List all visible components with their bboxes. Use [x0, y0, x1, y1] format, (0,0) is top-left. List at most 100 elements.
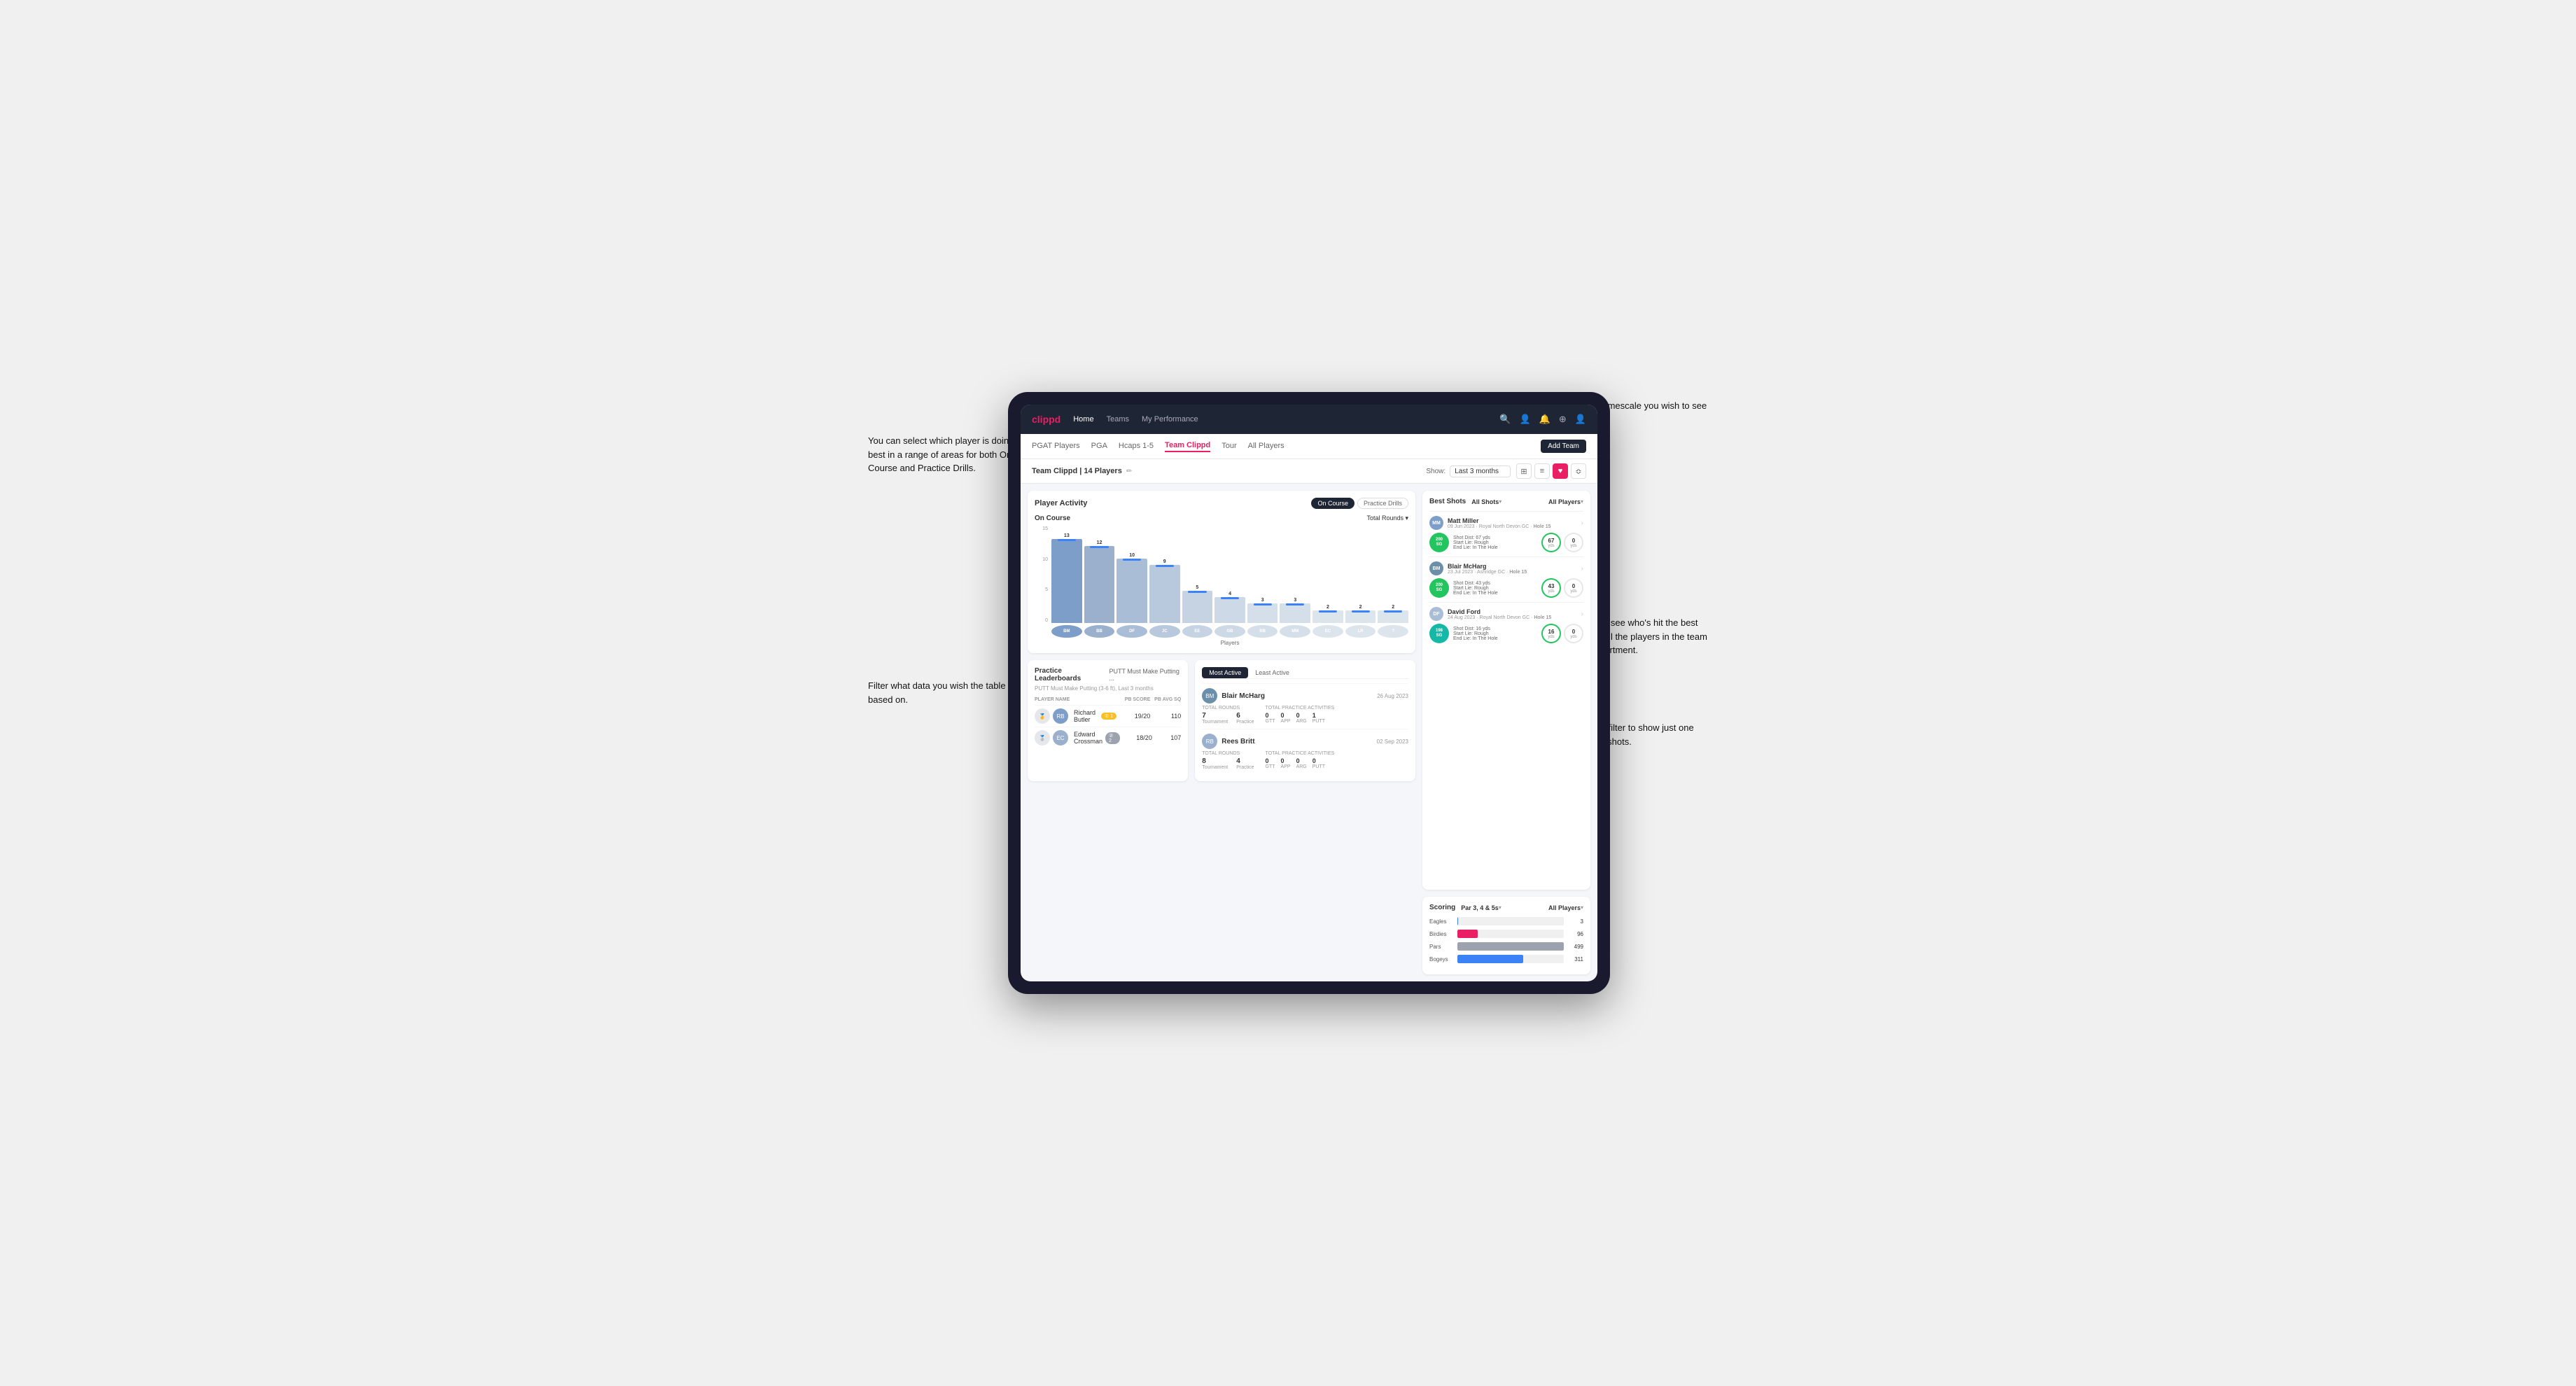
tab-hcaps[interactable]: Hcaps 1-5 — [1119, 442, 1154, 451]
y-label-15: 15 — [1042, 526, 1048, 531]
activity-avatar-2: RB — [1202, 734, 1217, 749]
app-2: 0 — [1281, 757, 1291, 764]
total-rounds-dropdown[interactable]: Total Rounds ▾ — [1366, 514, 1408, 522]
lb-col-score: PB SCORE — [1122, 697, 1150, 702]
scoring-par-caret: ▾ — [1499, 904, 1502, 911]
grid-view-icon[interactable]: ⊞ — [1516, 463, 1532, 479]
shot-badge-3: 198SG — [1429, 624, 1449, 643]
all-players-filter[interactable]: All Players — [1548, 498, 1581, 505]
bar-group-0: 13 — [1051, 526, 1082, 623]
tournament-label-1: Tournament — [1202, 720, 1228, 724]
total-practice-label-2: Total Practice Activities — [1266, 751, 1335, 756]
bar-avatar-9: LR — [1345, 625, 1376, 638]
bar-avatar-1: BB — [1084, 625, 1115, 638]
heart-view-icon[interactable]: ♥ — [1553, 463, 1568, 479]
shot-chevron-2[interactable]: › — [1581, 565, 1583, 573]
stat-circle-1b: 0 yds — [1564, 533, 1583, 552]
shot-chevron-3[interactable]: › — [1581, 610, 1583, 618]
bar-9 — [1345, 610, 1376, 623]
scoring-bar-birdies: Birdies 96 — [1429, 930, 1583, 938]
on-course-toggle[interactable]: On Course — [1311, 498, 1354, 509]
activity-avatar-1: BM — [1202, 688, 1217, 704]
activity-tabs: Most Active Least Active — [1202, 667, 1408, 679]
lb-avatar-2: EC — [1053, 730, 1068, 746]
shots-filter-caret: ▾ — [1499, 498, 1502, 505]
plus-circle-icon[interactable]: ⊕ — [1559, 414, 1567, 425]
profile-icon[interactable]: 👤 — [1575, 414, 1586, 425]
shot-end-lie-3: End Lie: In The Hole — [1453, 636, 1537, 641]
scoring-par-filter[interactable]: Par 3, 4 & 5s — [1461, 904, 1499, 911]
tab-pga[interactable]: PGA — [1091, 442, 1107, 451]
main-content: Player Activity On Course Practice Drill… — [1021, 484, 1597, 981]
bar-group-10: 2 — [1378, 526, 1408, 623]
bar-group-6: 3 — [1247, 526, 1278, 623]
practice-title: Practice Leaderboards — [1035, 667, 1105, 682]
shot-item-3: DF David Ford 24 Aug 2023 · Royal North … — [1429, 602, 1583, 648]
add-team-button[interactable]: Add Team — [1541, 440, 1586, 453]
bar-highlight-3 — [1156, 565, 1174, 567]
tablet-frame: clippd Home Teams My Performance 🔍 👤 🔔 ⊕… — [1008, 392, 1610, 994]
total-practice-label-1: Total Practice Activities — [1266, 706, 1335, 710]
bar-6 — [1247, 603, 1278, 623]
tab-pgat-players[interactable]: PGAT Players — [1032, 442, 1080, 451]
edit-icon[interactable]: ✏ — [1126, 468, 1132, 475]
tab-all-players[interactable]: All Players — [1248, 442, 1284, 451]
shot-chevron-1[interactable]: › — [1581, 519, 1583, 527]
bar-num-label-8: 2 — [1326, 605, 1329, 610]
pars-value: 499 — [1567, 944, 1583, 950]
bar-avatar-7: MM — [1280, 625, 1310, 638]
nav-bar: clippd Home Teams My Performance 🔍 👤 🔔 ⊕… — [1021, 405, 1597, 434]
bar-num-label-6: 3 — [1261, 598, 1264, 603]
practice-dropdown[interactable]: PUTT Must Make Putting ... — [1109, 668, 1181, 682]
bar-num-label-9: 2 — [1359, 605, 1362, 610]
tab-tour[interactable]: Tour — [1222, 442, 1236, 451]
tournament-rounds-1: 7 — [1202, 712, 1228, 720]
filter-view-icon[interactable]: ≎ — [1571, 463, 1586, 479]
bar-avatar-6: RB — [1247, 625, 1278, 638]
bell-icon[interactable]: 🔔 — [1539, 414, 1550, 425]
activity-name-1: Blair McHarg — [1222, 692, 1377, 700]
shot-player-sub-1: 09 Jun 2023 · Royal North Devon GC · Hol… — [1448, 524, 1581, 529]
y-label-0: 0 — [1045, 618, 1048, 623]
list-view-icon[interactable]: ≡ — [1534, 463, 1550, 479]
user-icon[interactable]: 👤 — [1520, 414, 1531, 425]
practice-leaderboards-card: Practice Leaderboards PUTT Must Make Put… — [1028, 660, 1188, 781]
shot-badge-1: 200SG — [1429, 533, 1449, 552]
y-label-10: 10 — [1042, 557, 1048, 562]
bar-highlight-5 — [1221, 597, 1239, 599]
all-shots-filter[interactable]: All Shots — [1471, 498, 1499, 505]
stat-circle-2a: 43 yds — [1541, 578, 1561, 598]
app-1: 0 — [1281, 712, 1291, 719]
practice-drills-toggle[interactable]: Practice Drills — [1357, 498, 1408, 509]
practice-label-2: Practice — [1236, 765, 1254, 770]
least-active-tab[interactable]: Least Active — [1248, 667, 1296, 678]
best-shots-title: Best Shots — [1429, 498, 1466, 505]
bar-3 — [1149, 565, 1180, 623]
stat-circle-3a: 16 yds — [1541, 624, 1561, 643]
bar-highlight-7 — [1286, 603, 1304, 606]
most-active-tab[interactable]: Most Active — [1202, 667, 1248, 678]
app-label-2: APP — [1281, 764, 1291, 769]
bar-num-label-7: 3 — [1294, 598, 1296, 603]
bar-group-4: 5 — [1182, 526, 1213, 623]
nav-my-performance[interactable]: My Performance — [1142, 415, 1198, 424]
y-label-5: 5 — [1045, 587, 1048, 592]
practice-rounds-1: 6 — [1236, 712, 1254, 720]
nav-teams[interactable]: Teams — [1107, 415, 1129, 424]
practice-subtitle: PUTT Must Make Putting (3-6 ft), Last 3 … — [1035, 685, 1181, 692]
timescale-dropdown[interactable]: Last 3 months — [1450, 465, 1511, 477]
bar-avatar-10: ? — [1378, 625, 1408, 638]
shot-item-1: MM Matt Miller 09 Jun 2023 · Royal North… — [1429, 511, 1583, 556]
shot-start-lie-2: Start Lie: Rough — [1453, 586, 1537, 591]
bar-group-8: 2 — [1312, 526, 1343, 623]
nav-home[interactable]: Home — [1073, 415, 1093, 424]
left-column: Player Activity On Course Practice Drill… — [1028, 491, 1415, 974]
scoring-card: Scoring Par 3, 4 & 5s ▾ All Players ▾ Ea… — [1422, 897, 1590, 974]
shot-start-lie-1: Start Lie: Rough — [1453, 540, 1537, 545]
lb-badge-2: ② 2 — [1105, 732, 1120, 744]
scoring-players-filter[interactable]: All Players — [1548, 904, 1581, 911]
search-icon[interactable]: 🔍 — [1499, 414, 1511, 425]
bar-avatar-4: EE — [1182, 625, 1213, 638]
tab-team-clippd[interactable]: Team Clippd — [1165, 441, 1210, 452]
bar-5 — [1214, 597, 1245, 623]
